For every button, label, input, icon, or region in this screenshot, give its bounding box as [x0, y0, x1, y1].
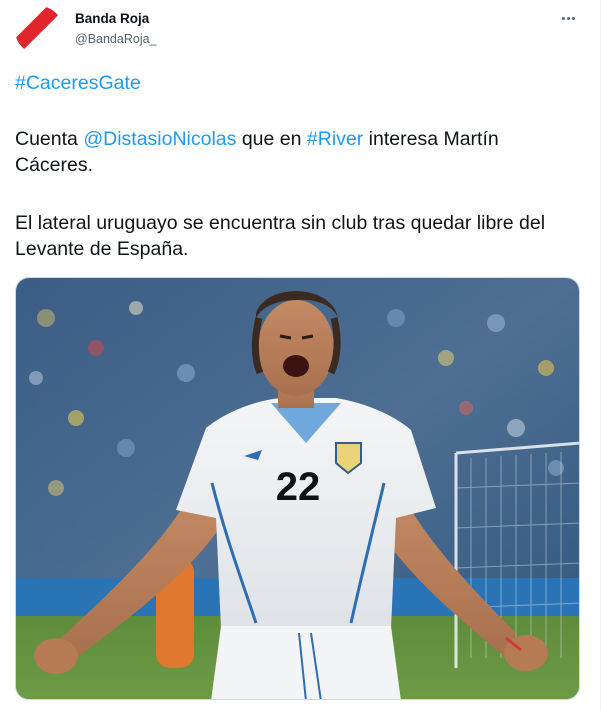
display-name[interactable]: Banda Roja	[75, 10, 157, 28]
more-horizontal-icon[interactable]	[556, 8, 580, 28]
tweet-header: Banda Roja @BandaRoja_	[15, 6, 580, 54]
player-photo: 22	[16, 278, 579, 699]
avatar[interactable]	[15, 6, 63, 54]
text-segment: que en	[236, 128, 307, 150]
tweet-photo[interactable]: 22	[15, 277, 580, 700]
tweet-text-line1: Cuenta @DistasioNicolas que en #River in…	[15, 126, 578, 178]
mention-link[interactable]: @DistasioNicolas	[83, 128, 236, 150]
text-segment: Cuenta	[15, 128, 84, 150]
tweet-hashtag-line: #CaceresGate	[15, 70, 578, 96]
user-handle[interactable]: @BandaRoja_	[75, 30, 157, 48]
author-names: Banda Roja @BandaRoja_	[75, 10, 157, 48]
hashtag-link[interactable]: #River	[307, 128, 363, 150]
tweet-text-line2: El lateral uruguayo se encuentra sin clu…	[15, 212, 546, 260]
hashtag-link[interactable]: #CaceresGate	[15, 72, 141, 94]
tweet-card: Banda Roja @BandaRoja_ #CaceresGate Cuen…	[0, 0, 601, 711]
red-band-logo-icon	[15, 6, 63, 54]
jersey-number: 22	[276, 465, 321, 509]
